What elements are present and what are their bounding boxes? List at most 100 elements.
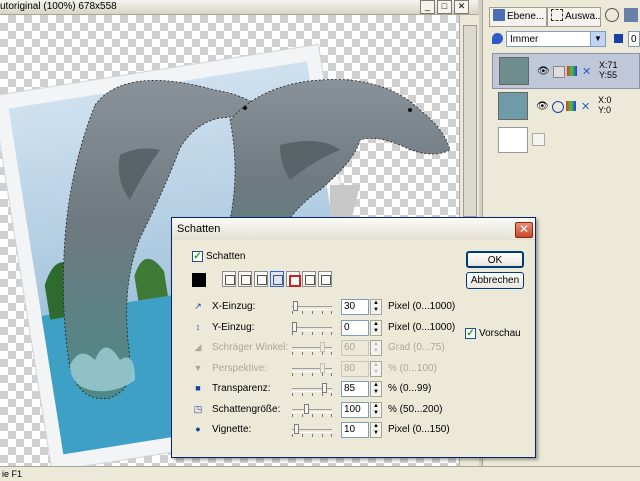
vignette-label: Vignette: (212, 424, 252, 435)
empty-layer-checkbox[interactable] (532, 133, 545, 146)
transparency-slider[interactable] (292, 382, 332, 396)
spin-down-icon[interactable]: ▼ (371, 328, 381, 335)
ok-button[interactable]: OK (466, 251, 524, 268)
layer-mask-icon[interactable] (566, 101, 576, 111)
layer-coordinates: X:0 Y:0 (598, 95, 612, 115)
y-offset-spinner[interactable]: ▲ ▼ (370, 320, 382, 336)
x-offset-input[interactable]: 30 (341, 299, 369, 315)
cancel-button[interactable]: Abbrechen (466, 272, 524, 289)
minimize-button[interactable]: _ (420, 0, 435, 14)
perspective-label: Perspektive: (212, 363, 268, 374)
direction-button-3[interactable] (254, 271, 268, 287)
vignette-spinner[interactable]: ▲ ▼ (370, 422, 382, 438)
layer-x: X:71 (599, 60, 618, 70)
skew-angle-range: Grad (0...75) (388, 342, 445, 353)
close-document-button[interactable]: ✕ (454, 0, 469, 14)
layer-x: X:0 (598, 95, 612, 105)
empty-layer-thumb[interactable] (498, 127, 528, 153)
y-offset-slider-thumb[interactable] (292, 322, 297, 332)
x-offset-label: X-Einzug: (212, 301, 256, 312)
skew-icon: ◢ (194, 342, 202, 352)
spin-down-icon[interactable]: ▼ (371, 307, 381, 314)
maximize-button[interactable]: □ (437, 0, 452, 14)
shadow-enabled-label: Schatten (206, 251, 246, 262)
opacity-field[interactable]: 0 (628, 31, 640, 47)
visibility-eye-icon[interactable]: 👁 (536, 101, 549, 112)
layer-effect-icon[interactable]: ✕ (581, 100, 590, 113)
y-offset-range: Pixel (0...1000) (388, 322, 456, 333)
options-icon[interactable] (624, 8, 638, 22)
shadow-size-slider[interactable] (292, 403, 332, 417)
direction-button-5[interactable] (286, 271, 301, 287)
spin-up-icon: ▲ (373, 341, 379, 347)
x-offset-slider-thumb[interactable] (293, 301, 298, 311)
direction-button-6[interactable] (302, 271, 316, 287)
layer-row-dolphins[interactable]: 👁 ✕ X:71 Y:55 (492, 53, 640, 89)
shadow-size-label: Schattengröße: (212, 404, 281, 415)
preview-label: Vorschau (479, 328, 521, 339)
selection-icon (551, 9, 563, 21)
tab-selection-label: Auswa... (565, 11, 601, 22)
spin-down-icon[interactable]: ▼ (371, 389, 381, 396)
skew-angle-input: 60 (341, 340, 369, 356)
status-text: ie F1 (2, 469, 23, 479)
preview-checkbox[interactable]: ✓ (465, 328, 476, 339)
perspective-spinner: ▲ ▼ (370, 361, 382, 377)
perspective-slider (292, 362, 332, 376)
spin-down-icon[interactable]: ▼ (371, 430, 381, 437)
spin-down-icon: ▼ (373, 369, 379, 375)
dialog-titlebar[interactable]: Schatten ✕ (172, 218, 535, 240)
document-title: utoriginal (100%) 678x558 (0, 1, 117, 12)
spin-up-icon[interactable]: ▲ (371, 423, 381, 430)
spin-up-icon[interactable]: ▲ (371, 403, 381, 410)
dialog-close-button[interactable]: ✕ (515, 222, 533, 238)
skew-angle-label: Schräger Winkel: (212, 342, 289, 353)
layer-mode-select[interactable]: Immer ▼ (506, 31, 606, 47)
layer-mask-icon[interactable] (567, 66, 577, 76)
x-offset-range: Pixel (0...1000) (388, 301, 456, 312)
shadow-enabled-checkbox[interactable]: ✓ (192, 251, 203, 262)
vignette-slider-thumb[interactable] (294, 424, 299, 434)
transparency-icon: ■ (195, 383, 201, 393)
y-offset-input[interactable]: 0 (341, 320, 369, 336)
x-offset-spinner[interactable]: ▲ ▼ (370, 299, 382, 315)
chevron-down-icon[interactable]: ▼ (590, 32, 605, 46)
color-square-icon (614, 34, 623, 43)
direction-button-7[interactable] (318, 271, 332, 287)
vignette-icon: ● (195, 424, 201, 434)
perspective-range: % (0...100) (388, 363, 437, 374)
visibility-eye-icon[interactable]: 👁 (537, 66, 550, 77)
x-offset-slider[interactable] (292, 300, 332, 314)
spin-up-icon[interactable]: ▲ (371, 382, 381, 389)
layer-effect-icon[interactable]: ✕ (582, 65, 591, 78)
y-offset-icon: ↕ (195, 322, 201, 332)
transparency-spinner[interactable]: ▲ ▼ (370, 381, 382, 397)
transparency-input[interactable]: 85 (341, 381, 369, 397)
y-offset-slider[interactable] (292, 321, 332, 335)
shadow-size-input[interactable]: 100 (341, 402, 369, 418)
shadow-size-range: % (50...200) (388, 404, 443, 415)
shadow-color-swatch[interactable] (192, 273, 206, 287)
layer-color-icon[interactable] (553, 66, 565, 78)
scrollbar-thumb[interactable] (463, 25, 477, 217)
shadow-size-slider-thumb[interactable] (304, 404, 309, 414)
layer-row-background[interactable]: 👁 ✕ X:0 Y:0 (492, 89, 640, 125)
direction-button-1[interactable] (222, 271, 236, 287)
shadow-size-spinner[interactable]: ▲ ▼ (370, 402, 382, 418)
direction-button-4[interactable] (270, 271, 284, 287)
tab-selection[interactable]: Auswa... (547, 7, 601, 27)
vignette-input[interactable]: 10 (341, 422, 369, 438)
spin-down-icon[interactable]: ▼ (371, 410, 381, 417)
spin-up-icon[interactable]: ▲ (371, 300, 381, 307)
direction-button-2[interactable] (238, 271, 252, 287)
spin-up-icon[interactable]: ▲ (371, 321, 381, 328)
layer-drop-icon (492, 33, 503, 44)
vignette-slider[interactable] (292, 423, 332, 437)
perspective-icon: ▼ (193, 363, 203, 373)
skew-angle-slider (292, 341, 332, 355)
layer-lock-icon[interactable] (552, 101, 564, 113)
zoom-icon[interactable] (605, 8, 619, 22)
document-titlebar[interactable]: utoriginal (100%) 678x558 _ □ ✕ (0, 0, 478, 15)
transparency-slider-thumb[interactable] (322, 383, 327, 393)
tab-layers[interactable]: Ebene... (489, 7, 547, 27)
